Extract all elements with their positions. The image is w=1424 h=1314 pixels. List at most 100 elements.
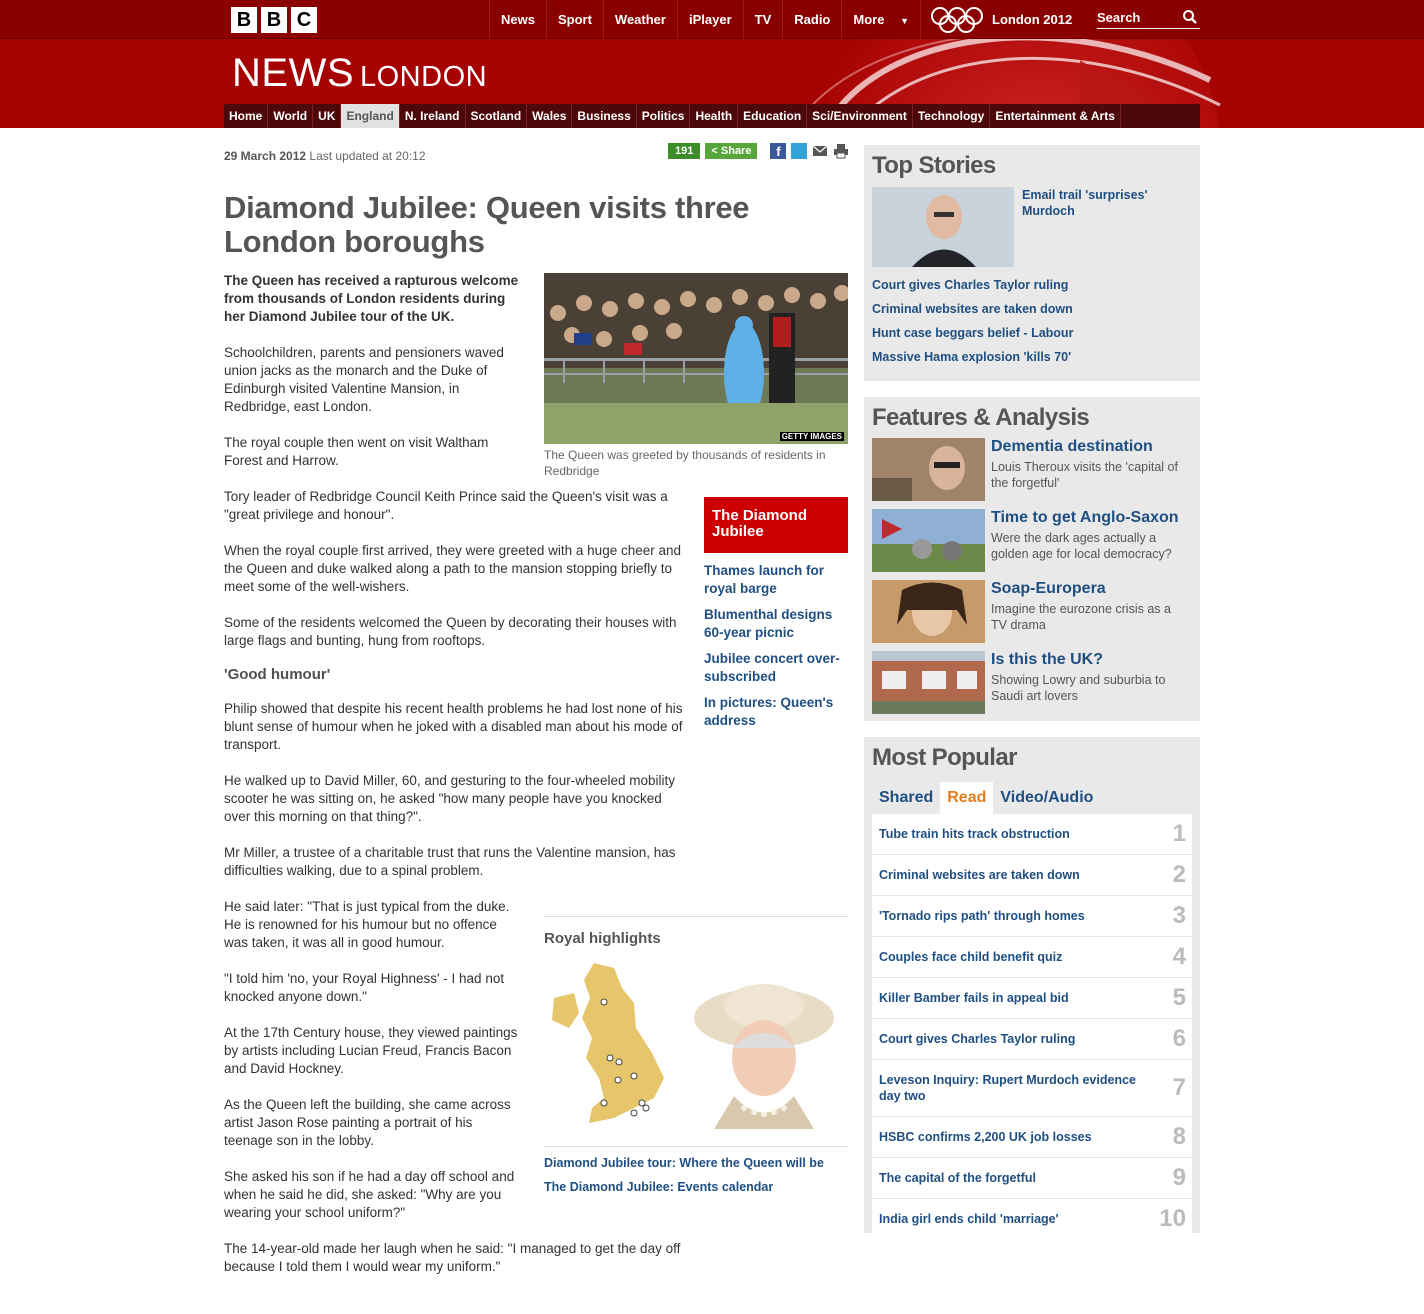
bbc-logo[interactable]: B B C [231,7,317,33]
feature-item[interactable]: Is this the UK? Showing Lowry and suburb… [872,651,1192,714]
nav-iplayer[interactable]: iPlayer [676,0,743,39]
royal-highlights-map[interactable] [544,958,848,1129]
nav-tv[interactable]: TV [742,0,783,39]
section-sci-environment[interactable]: Sci/Environment [807,104,913,128]
soap-europera-image [872,580,985,643]
feature-title[interactable]: Soap-Europera [991,579,1106,598]
popular-item: Tube train hits track obstruction 1 [872,814,1192,855]
related-link[interactable]: Jubilee concert over-subscribed [704,650,848,686]
related-links: Thames launch for royal barge Blumenthal… [704,562,848,738]
section-politics[interactable]: Politics [637,104,691,128]
tab-video-audio[interactable]: Video/Audio [993,782,1100,814]
email-icon[interactable] [812,143,828,159]
popular-link[interactable]: Couples face child benefit quiz [879,949,1152,965]
section-business[interactable]: Business [572,104,637,128]
related-link[interactable]: In pictures: Queen's address [704,694,848,730]
facebook-icon[interactable]: f [770,143,787,159]
feature-item[interactable]: Soap-Europera Imagine the eurozone crisi… [872,580,1192,643]
popular-link[interactable]: 'Tornado rips path' through homes [879,908,1152,924]
royal-link[interactable]: The Diamond Jubilee: Events calendar [544,1179,848,1195]
feature-item[interactable]: Time to get Anglo-Saxon Were the dark ag… [872,509,1192,572]
top-story-link[interactable]: Court gives Charles Taylor ruling [872,277,1192,293]
popular-item: 'Tornado rips path' through homes 3 [872,896,1192,937]
murdoch-image [872,187,1014,267]
nav-radio[interactable]: Radio [782,0,841,39]
features-title: Features & Analysis [872,404,1090,431]
popular-link[interactable]: Criminal websites are taken down [879,867,1152,883]
feature-desc: Were the dark ages actually a golden age… [991,531,1172,561]
top-story-link[interactable]: Massive Hama explosion 'kills 70' [872,349,1192,365]
popular-rank: 2 [1172,861,1186,888]
print-icon[interactable] [833,143,849,159]
share-button[interactable]: < Share [705,143,758,159]
feature-title[interactable]: Time to get Anglo-Saxon [991,508,1179,527]
popular-link[interactable]: The capital of the forgetful [879,1170,1152,1186]
top-story-link[interactable]: Hunt case beggars belief - Labour [872,325,1192,341]
search-icon[interactable] [1182,9,1198,25]
related-box-title[interactable]: The Diamond Jubilee [704,497,848,553]
section-education[interactable]: Education [738,104,808,128]
section-wales[interactable]: Wales [527,104,573,128]
popular-rank: 10 [1159,1205,1186,1232]
popular-item: Couples face child benefit quiz 4 [872,937,1192,978]
london-2012-link[interactable]: London 2012 [930,0,1072,39]
tab-read[interactable]: Read [940,782,994,814]
lead-story-link[interactable]: Email trail 'surprises' Murdoch [1022,187,1182,219]
popular-item: HSBC confirms 2,200 UK job losses 8 [872,1117,1192,1158]
share-count: 191 [668,143,701,159]
section-uk[interactable]: UK [313,104,342,128]
section-entertainment-arts[interactable]: Entertainment & Arts [990,104,1121,128]
royal-links: Diamond Jubilee tour: Where the Queen wi… [544,1146,848,1195]
feature-item[interactable]: Dementia destination Louis Theroux visit… [872,438,1192,501]
features-panel: Features & Analysis Dementia destination… [864,397,1200,721]
news-brand[interactable]: NEWS LONDON [232,50,487,100]
popular-link[interactable]: Tube train hits track obstruction [879,826,1152,842]
logo-letter: C [291,7,317,33]
popular-item: Criminal websites are taken down 2 [872,855,1192,896]
popular-link[interactable]: India girl ends child 'marriage' [879,1211,1152,1227]
popular-link[interactable]: Leveson Inquiry: Rupert Murdoch evidence… [879,1072,1152,1104]
feature-thumbnail [872,509,985,572]
popular-link[interactable]: Killer Bamber fails in appeal bid [879,990,1152,1006]
section-world[interactable]: World [268,104,314,128]
murdoch-photo[interactable] [872,187,1014,267]
search-placeholder: Search [1097,10,1141,25]
popular-rank: 3 [1172,902,1186,929]
logo-letter: B [231,7,257,33]
top-story-link[interactable]: Criminal websites are taken down [872,301,1192,317]
popular-item: Leveson Inquiry: Rupert Murdoch evidence… [872,1060,1192,1117]
popular-link[interactable]: HSBC confirms 2,200 UK job losses [879,1129,1152,1145]
feature-title[interactable]: Is this the UK? [991,650,1103,669]
royal-link[interactable]: Diamond Jubilee tour: Where the Queen wi… [544,1155,848,1171]
popular-rank: 1 [1172,820,1186,847]
search-input[interactable]: Search [1097,9,1200,29]
top-stories-list: Court gives Charles Taylor ruling Crimin… [872,277,1192,365]
section-scotland[interactable]: Scotland [466,104,528,128]
article-intro: The Queen has received a rapturous welco… [224,273,519,324]
dateline: 29 March 2012 Last updated at 20:12 [224,149,426,163]
related-link[interactable]: Blumenthal designs 60-year picnic [704,606,848,642]
section-health[interactable]: Health [690,104,739,128]
section-n-ireland[interactable]: N. Ireland [400,104,466,128]
section-england[interactable]: England [341,104,400,128]
top-stories-title: Top Stories [872,152,996,179]
nav-weather[interactable]: Weather [602,0,677,39]
feature-desc: Imagine the eurozone crisis as a TV dram… [991,602,1171,632]
share-label: Share [720,145,752,157]
article-subheading: 'Good humour' [224,666,331,683]
popular-link[interactable]: Court gives Charles Taylor ruling [879,1031,1152,1047]
feature-desc: Louis Theroux visits the 'capital of the… [991,460,1178,490]
feature-title[interactable]: Dementia destination [991,437,1153,456]
section-home[interactable]: Home [224,104,269,128]
nav-news[interactable]: News [489,0,546,39]
tab-shared[interactable]: Shared [872,782,940,814]
twitter-icon[interactable] [791,143,808,159]
popular-item: Court gives Charles Taylor ruling 6 [872,1019,1192,1060]
nav-more[interactable]: More ▼ [841,0,921,39]
nav-sport[interactable]: Sport [545,0,603,39]
article-paragraph: The royal couple then went on visit Walt… [224,435,489,468]
related-link[interactable]: Thames launch for royal barge [704,562,848,598]
popular-rank: 8 [1172,1123,1186,1150]
logo-letter: B [261,7,287,33]
section-technology[interactable]: Technology [913,104,991,128]
